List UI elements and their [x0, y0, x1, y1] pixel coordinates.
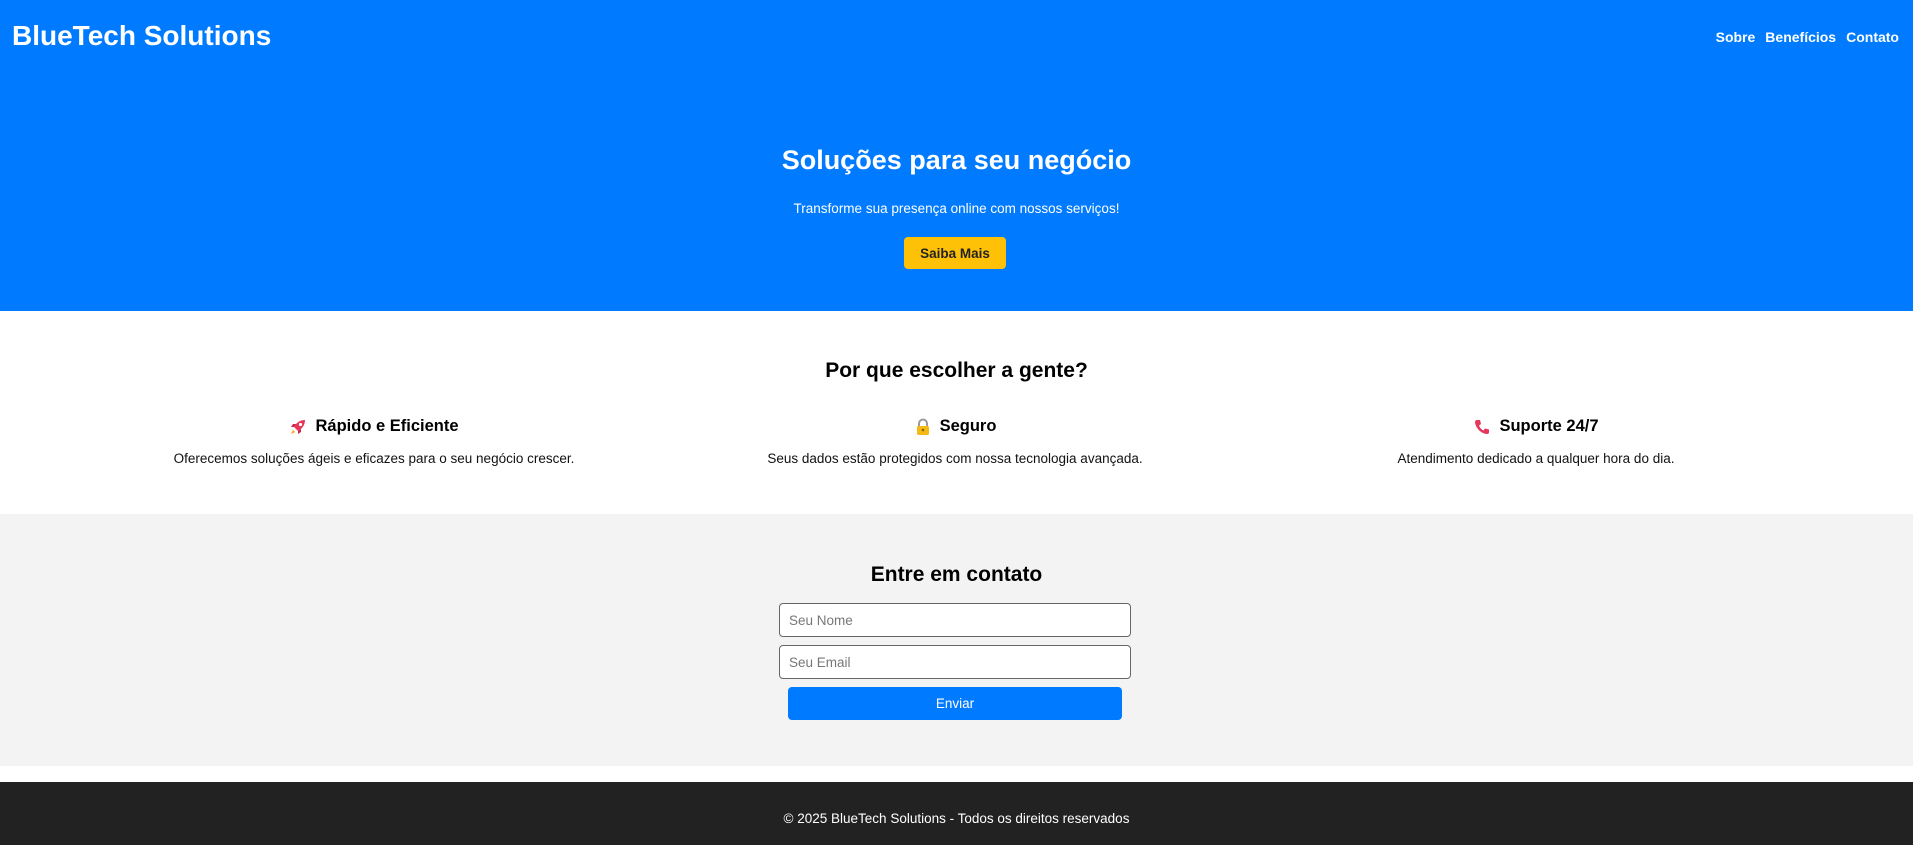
benefit-desc-secure: Seus dados estão protegidos com nossa te…	[767, 451, 1143, 466]
benefit-desc-fast: Oferecemos soluções ágeis e eficazes par…	[173, 451, 575, 466]
nav-link-contato[interactable]: Contato	[1846, 29, 1899, 45]
footer-copyright: © 2025 BlueTech Solutions - Todos os dir…	[783, 811, 1130, 826]
benefit-title-support: Suporte 24/7	[1499, 417, 1599, 435]
benefit-title-secure: Seguro	[939, 417, 997, 435]
lock-icon	[914, 418, 932, 436]
hero-title: Soluções para seu negócio	[781, 145, 1132, 175]
hero-subtitle: Transforme sua presença online com nosso…	[793, 201, 1120, 216]
site-header: BlueTech Solutions Sobre Benefícios Cont…	[0, 0, 1913, 311]
nav-link-beneficios[interactable]: Benefícios	[1765, 29, 1836, 45]
benefit-item-support: Suporte 24/7 Atendimento dedicado a qual…	[1286, 417, 1786, 466]
main-nav: Sobre Benefícios Contato	[1716, 29, 1899, 45]
benefits-section: Por que escolher a gente? Rápido e Efici…	[0, 311, 1913, 514]
contact-title: Entre em contato	[870, 563, 1043, 586]
benefits-title: Por que escolher a gente?	[825, 359, 1088, 382]
submit-button[interactable]: Enviar	[788, 687, 1122, 720]
benefit-desc-support: Atendimento dedicado a qualquer hora do …	[1397, 451, 1675, 466]
brand-logo[interactable]: BlueTech Solutions	[12, 20, 271, 52]
site-footer: © 2025 BlueTech Solutions - Todos os dir…	[0, 782, 1913, 845]
benefit-item-secure: Seguro Seus dados estão protegidos com n…	[705, 417, 1205, 466]
benefit-title-fast: Rápido e Eficiente	[315, 417, 459, 435]
rocket-icon	[289, 418, 307, 436]
contact-section: Entre em contato Enviar	[0, 514, 1913, 766]
phone-icon	[1473, 418, 1491, 436]
email-input[interactable]	[779, 645, 1131, 679]
benefit-item-fast: Rápido e Eficiente Oferecemos soluções á…	[124, 417, 624, 466]
nav-link-sobre[interactable]: Sobre	[1716, 29, 1756, 45]
name-input[interactable]	[779, 603, 1131, 637]
saiba-mais-button[interactable]: Saiba Mais	[904, 237, 1006, 269]
